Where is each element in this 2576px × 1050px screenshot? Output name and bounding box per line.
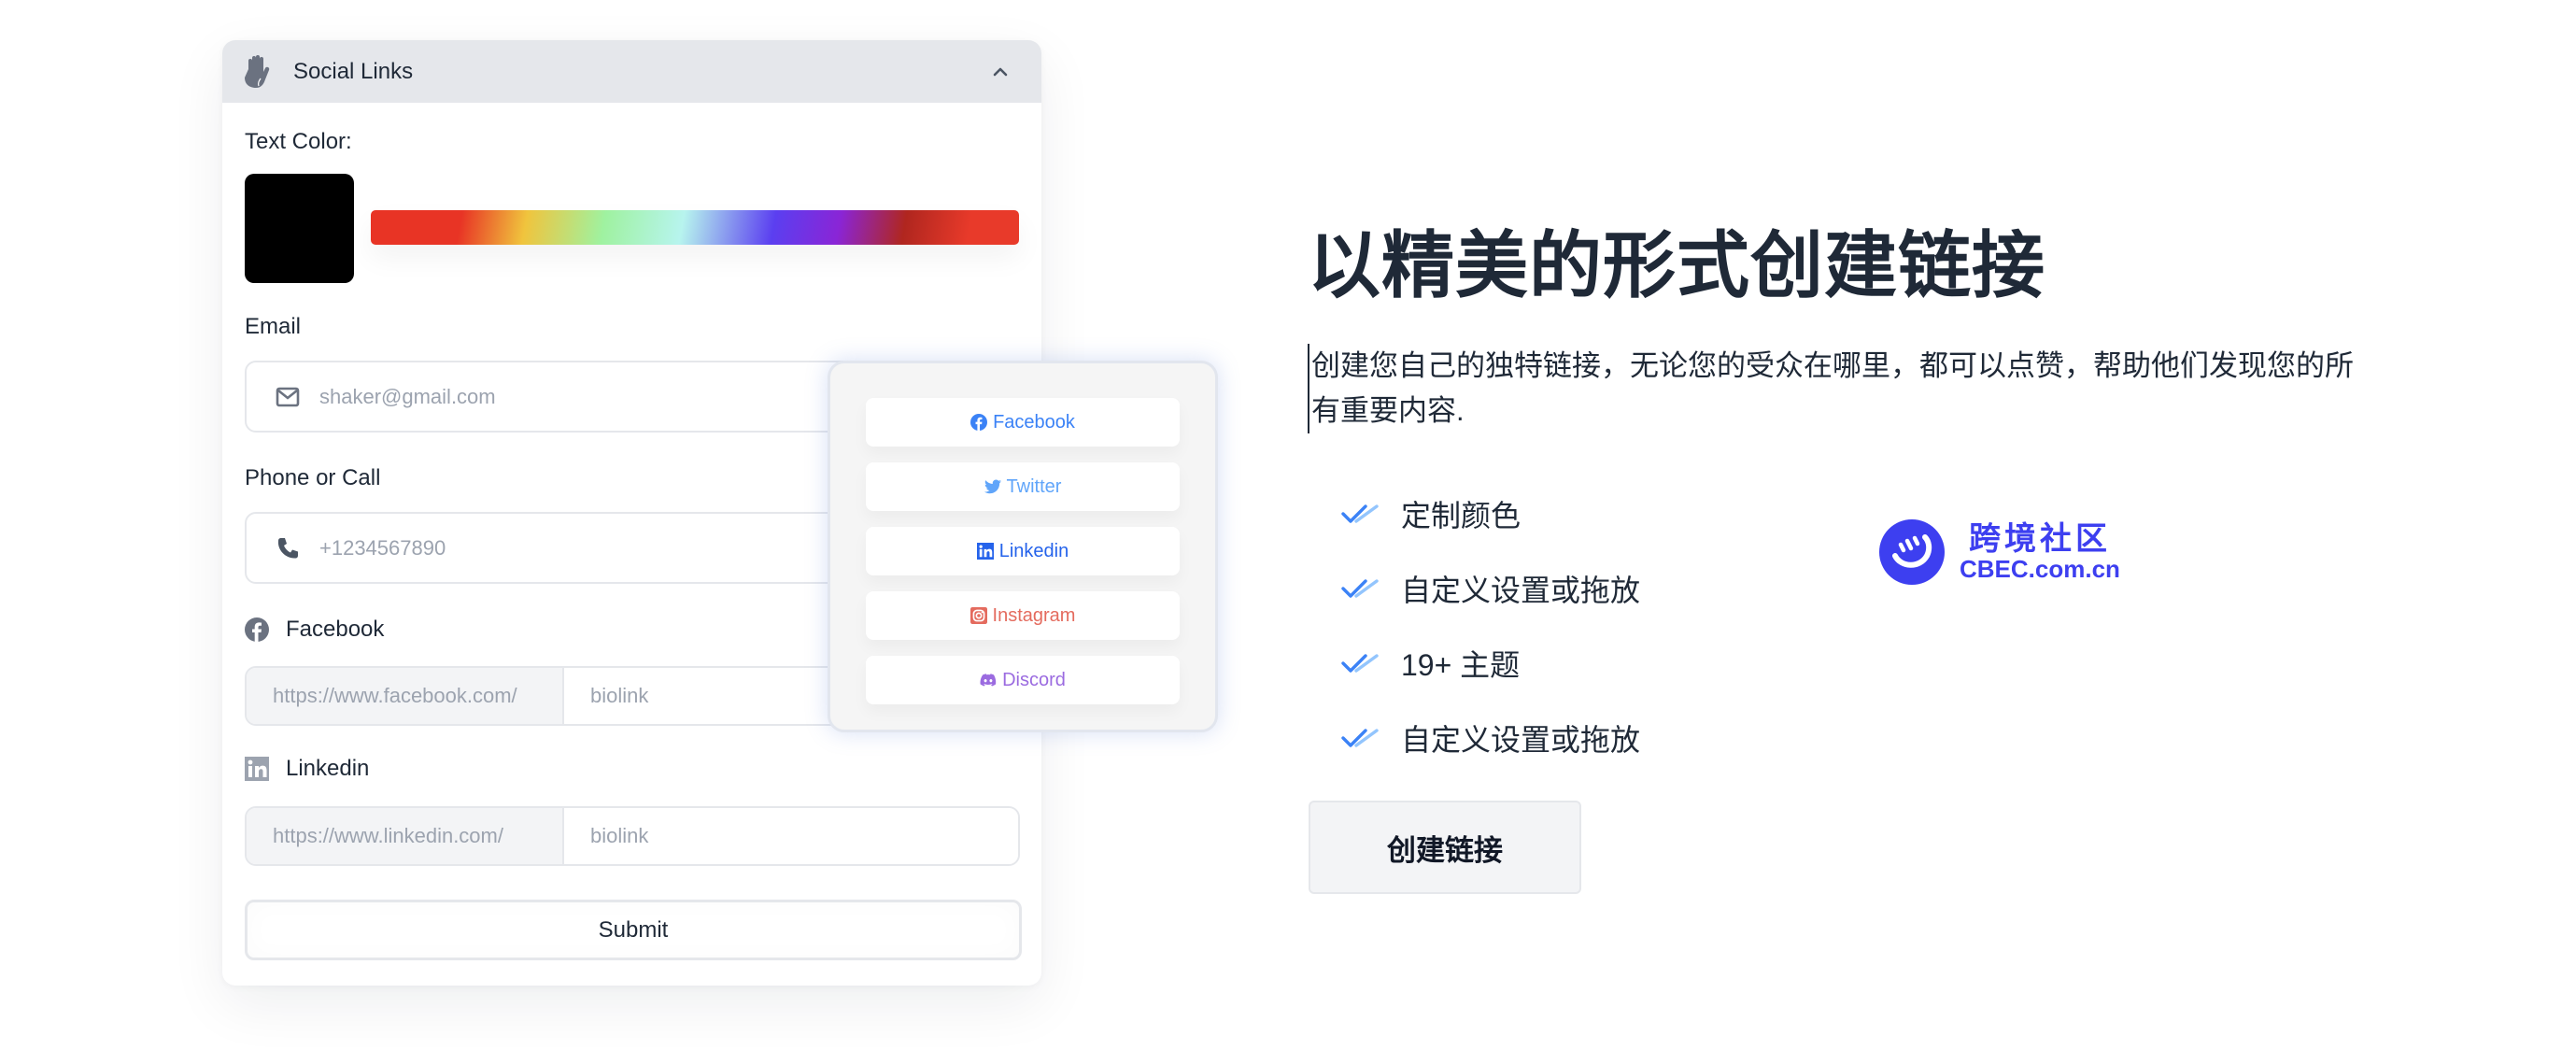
double-check-icon [1341, 504, 1379, 523]
discord-icon [980, 672, 997, 688]
create-link-button[interactable]: 创建链接 [1309, 801, 1581, 894]
double-check-icon [1341, 654, 1379, 673]
linkedin-username-input[interactable]: biolink [562, 808, 1018, 864]
facebook-label: Facebook [245, 617, 384, 643]
hero-title: 以精美的形式创建链接 [1308, 224, 2046, 306]
facebook-url-prefix: https://www.facebook.com/ [247, 668, 562, 724]
preview-instagram-button[interactable]: Instagram [866, 591, 1180, 640]
submit-button[interactable]: Submit [245, 900, 1022, 960]
feature-label: 定制颜色 [1401, 499, 1522, 532]
watermark-name-cn: 跨境社区 [1969, 521, 2111, 557]
facebook-label-text: Facebook [286, 617, 385, 642]
double-check-icon [1341, 579, 1379, 598]
preview-twitter-button[interactable]: Twitter [866, 462, 1180, 511]
link-preview-card: Facebook Twitter Linkedin Instagram Disc… [828, 361, 1218, 732]
watermark-logo: 跨境社区 CBEC.com.cn [1879, 519, 2120, 585]
twitter-icon [984, 478, 1001, 495]
hero-description: 创建您自己的独特链接，无论您的受众在哪里，都可以点赞，帮助他们发现您的所有重要内… [1308, 344, 2372, 433]
facebook-icon [245, 617, 269, 642]
text-color-label: Text Color: [245, 129, 352, 154]
panel-header[interactable]: Social Links [222, 40, 1041, 103]
feature-item: 定制颜色 [1341, 476, 1640, 551]
email-label: Email [245, 314, 302, 339]
feature-item: 19+ 主题 [1341, 626, 1640, 701]
preview-linkedin-label: Linkedin [998, 540, 1069, 561]
linkedin-label: Linkedin [245, 756, 369, 782]
feature-item: 自定义设置或拖放 [1341, 701, 1640, 775]
linkedin-url-group: https://www.linkedin.com/ biolink [245, 806, 1020, 866]
watermark-name-en: CBEC.com.cn [1960, 555, 2120, 583]
instagram-icon [970, 607, 987, 624]
smile-logo-icon [1879, 519, 1945, 585]
phone-icon [275, 535, 301, 561]
color-spectrum-slider[interactable] [371, 210, 1019, 245]
feature-label: 19+ 主题 [1401, 648, 1521, 682]
preview-instagram-label: Instagram [992, 604, 1076, 626]
feature-list: 定制颜色 自定义设置或拖放 19+ 主题 自定义设置或拖放 [1341, 476, 1640, 775]
preview-linkedin-button[interactable]: Linkedin [866, 527, 1180, 575]
facebook-icon [970, 414, 988, 431]
phone-placeholder: +1234567890 [319, 535, 446, 560]
double-check-icon [1341, 729, 1379, 747]
linkedin-icon [245, 757, 269, 781]
feature-item: 自定义设置或拖放 [1341, 551, 1640, 626]
chevron-up-icon[interactable] [989, 61, 1012, 83]
preview-discord-label: Discord [1002, 669, 1066, 690]
linkedin-url-prefix: https://www.linkedin.com/ [247, 808, 562, 864]
hand-icon [245, 54, 273, 90]
preview-twitter-label: Twitter [1006, 475, 1062, 497]
feature-label: 自定义设置或拖放 [1401, 723, 1641, 757]
linkedin-label-text: Linkedin [286, 756, 370, 781]
color-swatch[interactable] [245, 174, 354, 283]
phone-label: Phone or Call [245, 465, 381, 490]
preview-facebook-button[interactable]: Facebook [866, 398, 1180, 447]
mail-icon [275, 384, 301, 410]
preview-facebook-label: Facebook [993, 411, 1075, 433]
linkedin-icon [976, 543, 994, 560]
panel-title: Social Links [293, 58, 414, 84]
preview-discord-button[interactable]: Discord [866, 656, 1180, 704]
email-placeholder: shaker@gmail.com [319, 384, 496, 408]
feature-label: 自定义设置或拖放 [1401, 574, 1641, 607]
